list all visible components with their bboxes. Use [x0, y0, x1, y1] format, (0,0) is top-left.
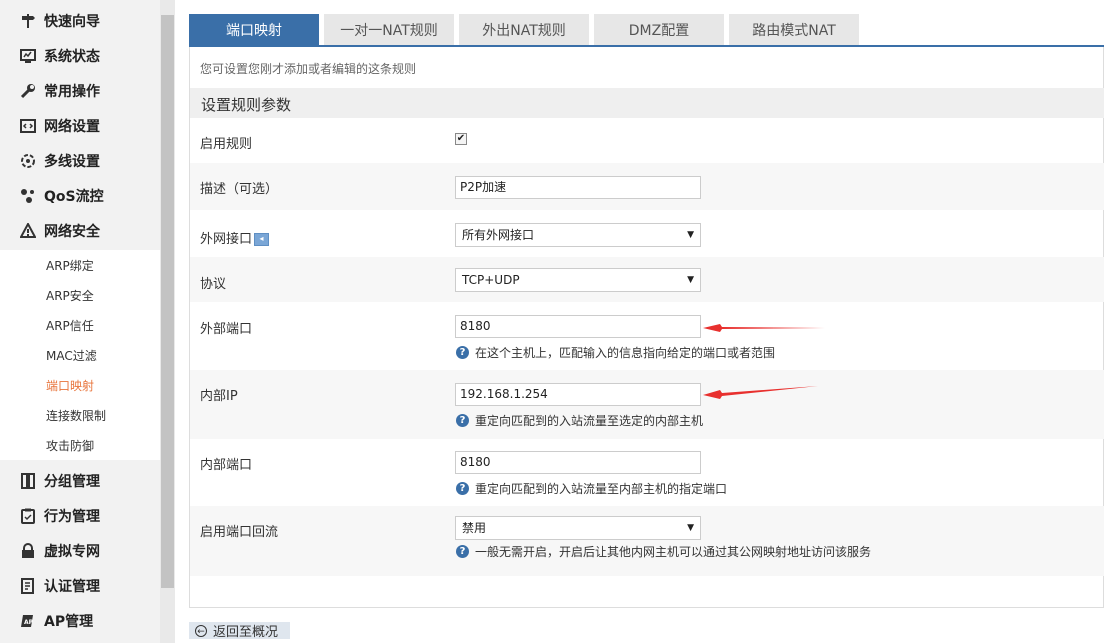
internal-ip-help-text: 重定向匹配到的入站流量至选定的内部主机 [475, 414, 704, 428]
sidebar-item-label: 常用操作 [44, 83, 100, 100]
internal-port-field[interactable]: 8180 [455, 451, 701, 474]
sidebar-item-label: 网络设置 [44, 118, 100, 135]
arrow-left-icon: ← [195, 624, 207, 637]
protocol-value: TCP+UDP [462, 273, 520, 287]
back-to-overview-button[interactable]: ← 返回至概况 [189, 622, 290, 640]
group-icon [20, 472, 36, 489]
behavior-icon [20, 508, 36, 524]
back-button-label: 返回至概况 [213, 625, 279, 640]
help-icon: ? [456, 346, 469, 359]
sidebar-subitem-mac-filter[interactable]: MAC过滤 [46, 341, 97, 371]
sidebar-item-system-status[interactable]: 系统状态 [0, 38, 160, 73]
sidebar-item-label: 分组管理 [44, 473, 100, 490]
loopback-label: 启用端口回流 [200, 525, 279, 540]
wrench-icon [20, 83, 36, 99]
loopback-help-text: 一般无需开启，开启后让其他内网主机可以通过其公网映射地址访问该服务 [475, 545, 872, 559]
loopback-help: ? 一般无需开启，开启后让其他内网主机可以通过其公网映射地址访问该服务 [456, 543, 871, 560]
network-icon [20, 118, 36, 134]
sidebar-item-network-security[interactable]: 网络安全 [0, 213, 160, 248]
wan-interface-select[interactable]: 所有外网接口 ▼ [455, 223, 701, 247]
protocol-select[interactable]: TCP+UDP ▼ [455, 268, 701, 292]
wan-interface-label-text: 外网接口 [200, 232, 253, 247]
wan-interface-label: 外网接口 ◂ [200, 228, 270, 247]
section-title: 设置规则参数 [201, 96, 292, 114]
tab-one-to-one-nat[interactable]: 一对一NAT规则 [324, 14, 454, 45]
protocol-label: 协议 [200, 277, 227, 292]
sidebar-subitem-arp-binding[interactable]: ARP绑定 [46, 251, 94, 281]
chevron-down-icon: ▼ [687, 230, 694, 240]
sidebar-item-vpn[interactable]: 虚拟专网 [0, 533, 160, 568]
sidebar-subitem-arp-security[interactable]: ARP安全 [46, 281, 94, 311]
sidebar-item-common-ops[interactable]: 常用操作 [0, 73, 160, 108]
sidebar-subitem-arp-trust[interactable]: ARP信任 [46, 311, 94, 341]
svg-text:AP: AP [24, 619, 34, 626]
sidebar-item-network-settings[interactable]: 网络设置 [0, 108, 160, 143]
internal-ip-label: 内部IP [200, 389, 238, 404]
sidebar-item-behavior-mgmt[interactable]: 行为管理 [0, 498, 160, 533]
sidebar-subitem-attack-defense[interactable]: 攻击防御 [46, 431, 94, 461]
internal-ip-field[interactable]: 192.168.1.254 [455, 383, 701, 406]
wan-interface-value: 所有外网接口 [462, 228, 535, 242]
monitor-icon [20, 48, 36, 64]
help-icon: ? [456, 414, 469, 427]
section-header: 设置规则参数 [190, 88, 1104, 118]
description-field[interactable]: P2P加速 [455, 176, 701, 199]
scrollbar-thumb[interactable] [161, 15, 174, 588]
signpost-icon [20, 13, 36, 29]
sidebar-item-multiline[interactable]: 多线设置 [0, 143, 160, 178]
enable-rule-checkbox[interactable]: ✔ [455, 133, 467, 145]
sidebar-item-label: 虚拟专网 [44, 543, 100, 560]
sidebar-item-label: 行为管理 [44, 508, 100, 525]
sidebar-subitem-port-mapping[interactable]: 端口映射 [46, 371, 94, 401]
sidebar-item-label: 多线设置 [44, 153, 100, 170]
multiline-icon [20, 153, 36, 169]
enable-rule-label: 启用规则 [200, 137, 253, 152]
ap-icon: AP [20, 613, 36, 629]
sidebar-item-auth-mgmt[interactable]: 认证管理 [0, 568, 160, 603]
sidebar-item-ap-mgmt[interactable]: AP AP管理 [0, 603, 160, 638]
hint-text: 您可设置您刚才添加或者编辑的这条规则 [200, 62, 417, 76]
chevron-down-icon: ▼ [687, 523, 694, 533]
sidebar-item-qos[interactable]: QoS流控 [0, 178, 160, 213]
sidebar-item-label: QoS流控 [44, 188, 104, 205]
annotation-arrows [703, 324, 825, 399]
tab-dmz[interactable]: DMZ配置 [594, 14, 724, 45]
internal-port-label: 内部端口 [200, 458, 253, 473]
qos-icon [20, 188, 36, 204]
tab-port-mapping[interactable]: 端口映射 [189, 14, 319, 45]
warning-icon [20, 222, 36, 239]
lock-icon [20, 542, 36, 559]
tab-route-mode-nat[interactable]: 路由模式NAT [729, 14, 859, 45]
arrow-external-port [703, 324, 825, 332]
sidebar-item-group-mgmt[interactable]: 分组管理 [0, 463, 160, 498]
description-label: 描述（可选） [200, 182, 279, 197]
sidebar-item-label: 快速向导 [44, 13, 100, 30]
external-port-label: 外部端口 [200, 322, 253, 337]
sidebar: 快速向导 系统状态 常用操作 网络设置 多线设置 QoS流控 网络安全 ARP绑… [0, 0, 160, 643]
auth-icon [20, 577, 36, 594]
loopback-value: 禁用 [462, 521, 487, 535]
chevron-down-icon: ▼ [687, 275, 694, 285]
loopback-select[interactable]: 禁用 ▼ [455, 516, 701, 540]
help-icon: ? [456, 482, 469, 495]
sidebar-item-label: 系统状态 [44, 48, 100, 65]
sidebar-item-label: 认证管理 [44, 578, 100, 595]
sidebar-scrollbar[interactable] [160, 0, 175, 643]
sidebar-item-label: 网络安全 [44, 223, 100, 240]
info-icon[interactable]: ◂ [254, 233, 270, 246]
internal-port-help: ? 重定向匹配到的入站流量至内部主机的指定端口 [456, 480, 727, 497]
sidebar-item-quick-guide[interactable]: 快速向导 [0, 3, 160, 38]
external-port-field[interactable]: 8180 [455, 315, 701, 338]
tab-outbound-nat[interactable]: 外出NAT规则 [459, 14, 589, 45]
internal-port-help-text: 重定向匹配到的入站流量至内部主机的指定端口 [475, 482, 728, 496]
sidebar-item-label: AP管理 [44, 613, 94, 630]
arrow-internal-ip [703, 386, 818, 399]
sidebar-subitem-conn-limit[interactable]: 连接数限制 [46, 401, 106, 431]
internal-ip-help: ? 重定向匹配到的入站流量至选定的内部主机 [456, 412, 703, 429]
help-icon: ? [456, 545, 469, 558]
